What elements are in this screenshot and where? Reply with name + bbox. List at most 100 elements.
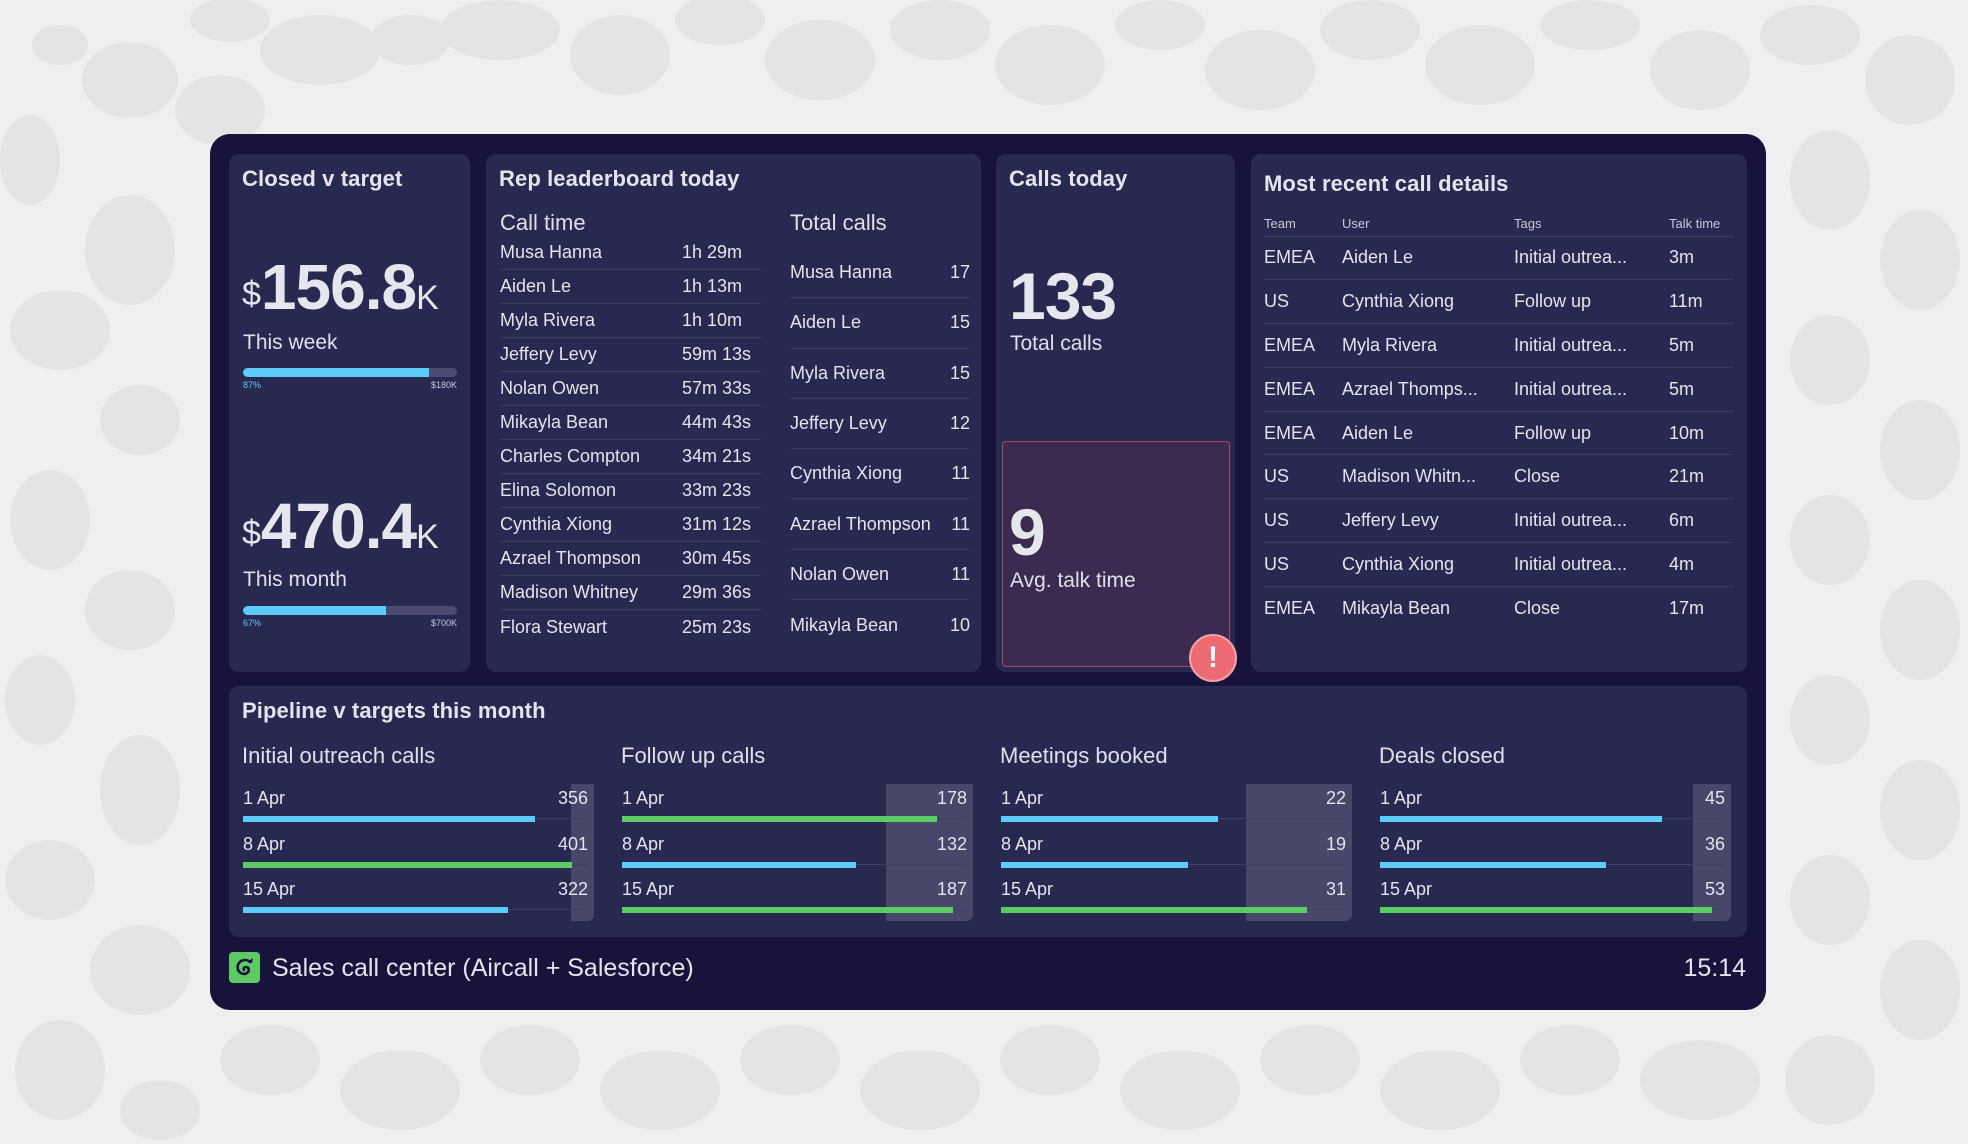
rep-value: 11	[951, 563, 970, 584]
talk-time-cell: 5m	[1669, 323, 1733, 368]
row-label: 8 Apr	[622, 833, 665, 854]
row-value: 19	[1325, 833, 1346, 854]
amount: 156.8	[260, 251, 417, 323]
list-item: Myla Rivera 15	[790, 349, 970, 399]
rep-value: 12	[949, 413, 970, 434]
bar	[243, 907, 508, 913]
rep-value: 33m 23s	[682, 480, 752, 500]
aircall-logo-icon	[229, 952, 260, 983]
rep-name: Aiden Le	[500, 276, 572, 296]
user-cell: Aiden Le	[1342, 236, 1514, 281]
list-item: Elina Solomon 33m 23s	[500, 474, 762, 508]
panel-title: Closed v target	[242, 166, 403, 191]
team-cell: EMEA	[1264, 236, 1342, 281]
table-row[interactable]: US Madison Whitn... Close 21m	[1264, 454, 1733, 500]
avg-talk-time-alert-box: 9 Avg. talk time	[1002, 441, 1230, 667]
amount: 470.4	[260, 490, 417, 562]
pipeline-group: Follow up calls 1 Apr 178 8 Apr 132 15 Apr 187	[621, 686, 973, 937]
user-cell: Aiden Le	[1342, 411, 1514, 456]
table-row[interactable]: EMEA Myla Rivera Initial outrea... 5m	[1264, 323, 1733, 368]
avg-talk-time-label: Avg. talk time	[1010, 569, 1136, 592]
table-row[interactable]: US Jeffery Levy Initial outrea... 6m	[1264, 498, 1733, 544]
row-label: 1 Apr	[622, 788, 665, 808]
pipeline-row: 1 Apr 22	[1000, 788, 1352, 833]
bar	[243, 861, 573, 868]
row-value: 401	[557, 833, 588, 854]
table-row[interactable]: EMEA Mikayla Bean Close 17m	[1264, 586, 1733, 630]
tags-cell: Close	[1514, 454, 1669, 500]
list-item: Mikayla Bean 44m 43s	[500, 406, 762, 440]
tags-cell: Close	[1514, 598, 1561, 619]
user-cell: Mikayla Bean	[1342, 598, 1451, 619]
pipeline-panel: Pipeline v targets this month Initial ou…	[229, 686, 1747, 937]
group-title: Initial outreach calls	[242, 743, 436, 768]
rep-value: 29m 36s	[682, 582, 752, 602]
user-cell: Myla Rivera	[1342, 323, 1514, 368]
bar	[1380, 861, 1606, 868]
list-item: Charles Compton 34m 21s	[500, 440, 762, 474]
pipeline-group: Deals closed 1 Apr 45 8 Apr 36 15 Apr 53	[1379, 686, 1731, 937]
row-label: 8 Apr	[1380, 833, 1423, 854]
row-label: 1 Apr	[1380, 788, 1423, 808]
list-item: Cynthia Xiong 31m 12s	[500, 508, 762, 542]
column-header: Team	[1264, 212, 1342, 237]
bar	[1380, 816, 1663, 822]
rep-name: Nolan Owen	[790, 563, 890, 584]
row-label: 8 Apr	[1001, 833, 1044, 854]
tags-cell: Initial outrea...	[1514, 367, 1669, 412]
month-progress-fill	[243, 606, 387, 615]
rep-value: 1h 10m	[682, 310, 743, 330]
pipeline-row: 15 Apr 322	[242, 879, 594, 924]
bar	[1001, 907, 1307, 913]
week-closed-value: $156.8K	[242, 250, 439, 324]
call-time-list: Musa Hanna 1h 29m Aiden Le 1h 13m Myla River…	[500, 236, 762, 644]
table-row[interactable]: EMEA Aiden Le Initial outrea... 3m	[1264, 236, 1733, 281]
column-header: User	[1342, 212, 1514, 237]
recent-calls-table: Team User Tags Talk time EMEA Aiden Le Initia…	[1264, 212, 1733, 630]
list-item: Flora Stewart 25m 23s	[500, 610, 762, 644]
table-row[interactable]: US Cynthia Xiong Initial outrea... 4m	[1264, 542, 1733, 587]
rep-name: Myla Rivera	[790, 362, 886, 383]
table-row[interactable]: US Cynthia Xiong Follow up 11m	[1264, 279, 1733, 325]
rep-value: 31m 12s	[682, 514, 752, 534]
table-row[interactable]: EMEA Azrael Thomps... Initial outrea... 5m	[1264, 367, 1733, 412]
tags-cell: Initial outrea...	[1514, 542, 1669, 587]
team-cell: EMEA	[1264, 367, 1342, 412]
row-value: 36	[1704, 833, 1725, 854]
team-cell: EMEA	[1264, 411, 1342, 456]
bar	[1001, 861, 1189, 868]
table-header-row: Team User Tags Talk time	[1264, 212, 1733, 237]
week-progress-percent: 87%	[243, 380, 262, 390]
rep-value: 1h 29m	[682, 242, 743, 262]
rep-value: 57m 33s	[682, 378, 752, 398]
rep-name: Azrael Thompson	[500, 548, 641, 568]
rep-value: 11	[951, 463, 970, 484]
rep-name: Charles Compton	[500, 446, 641, 466]
exclamation-icon[interactable]: !	[1189, 634, 1237, 682]
pipeline-group: Initial outreach calls 1 Apr 356 8 Apr 401 15…	[242, 686, 594, 937]
rep-value: 15	[949, 362, 970, 383]
list-item: Madison Whitney 29m 36s	[500, 576, 762, 610]
list-item: Cynthia Xiong 11	[790, 449, 970, 500]
row-value: 22	[1325, 788, 1346, 808]
pipeline-row: 8 Apr 401	[242, 834, 594, 879]
rep-name: Musa Hanna	[500, 242, 603, 262]
rep-name: Cynthia Xiong	[500, 514, 613, 534]
currency-symbol: $	[242, 514, 261, 552]
month-label: This month	[243, 568, 347, 591]
list-item: Musa Hanna 1h 29m	[500, 236, 762, 270]
talk-time-cell: 5m	[1669, 367, 1733, 412]
team-cell: US	[1264, 542, 1342, 587]
month-target: $700K	[430, 618, 457, 628]
table-row[interactable]: EMEA Aiden Le Follow up 10m	[1264, 411, 1733, 456]
rep-value: 44m 43s	[682, 412, 752, 432]
pipeline-row: 8 Apr 19	[1000, 834, 1352, 879]
list-item: Jeffery Levy 59m 13s	[500, 338, 762, 372]
rep-name: Flora Stewart	[500, 616, 608, 637]
month-closed-value: $470.4K	[242, 489, 439, 563]
rep-name: Mikayla Bean	[790, 614, 899, 635]
rep-name: Mikayla Bean	[500, 412, 609, 432]
pipeline-group: Meetings booked 1 Apr 22 8 Apr 19 15 Apr 31	[1000, 686, 1352, 937]
user-cell: Azrael Thomps...	[1342, 367, 1514, 412]
call-time-title: Call time	[500, 210, 586, 235]
